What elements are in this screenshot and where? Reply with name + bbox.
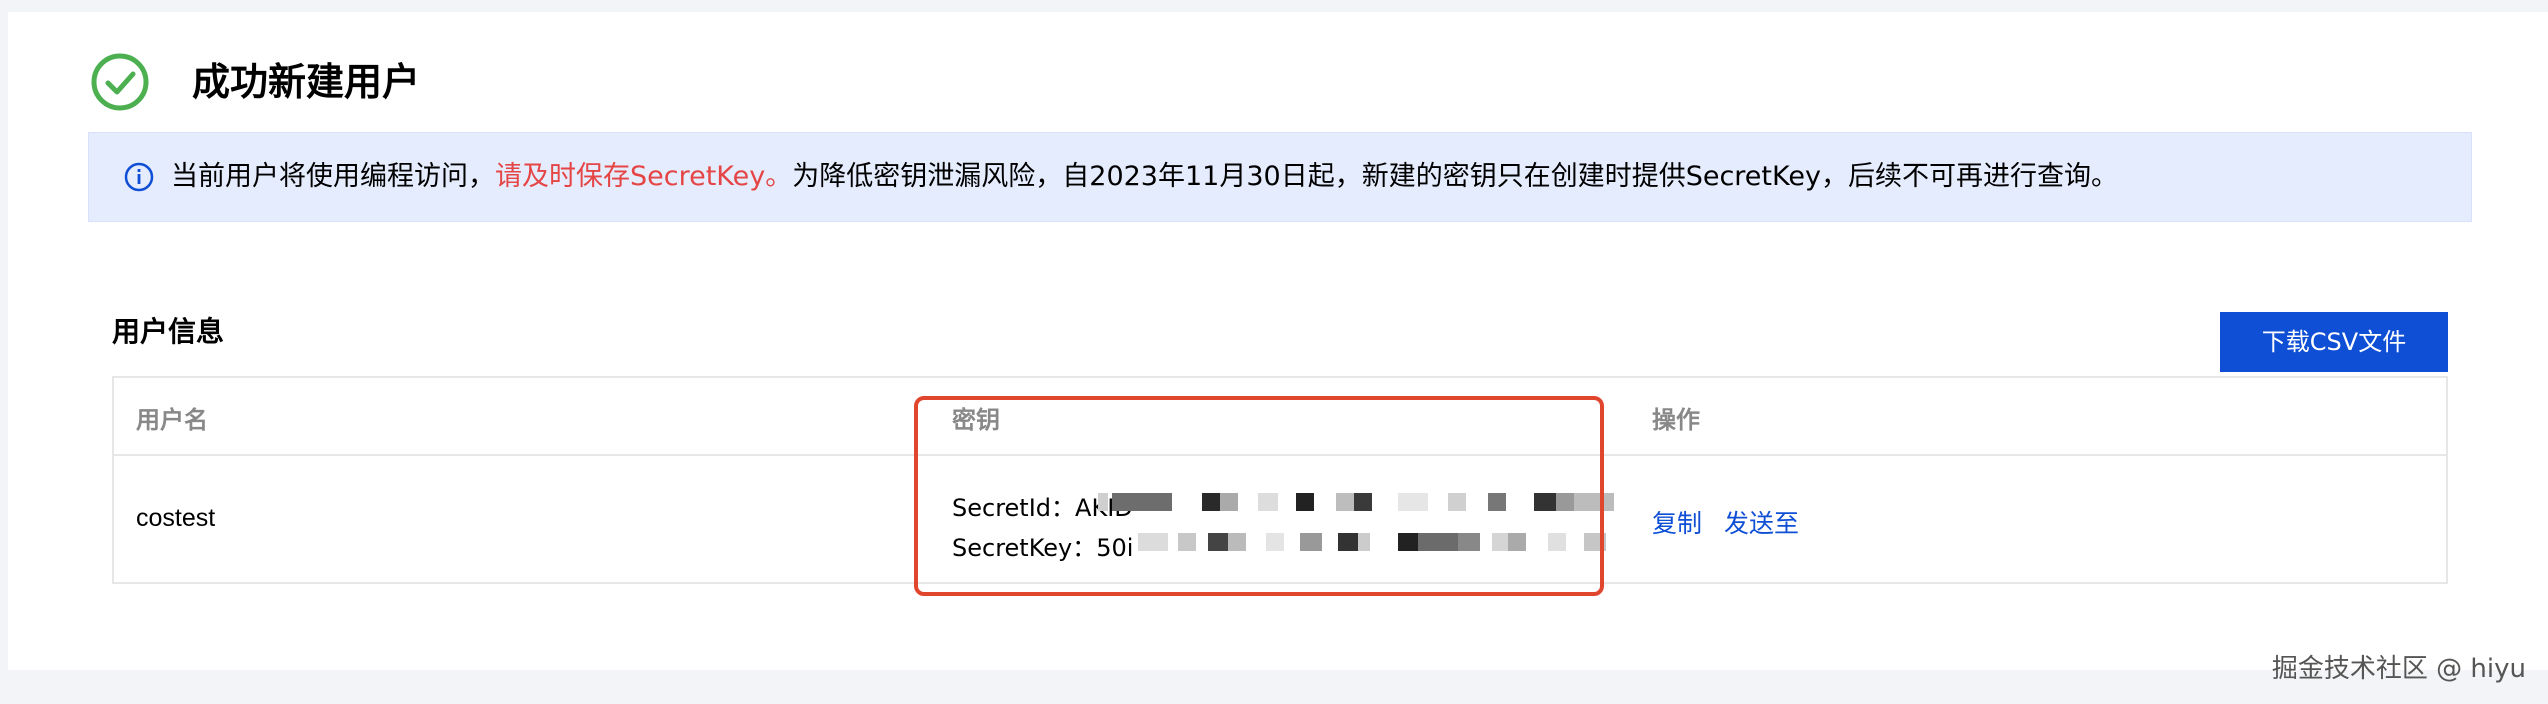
username-cell: costest: [136, 504, 216, 532]
success-check-icon: [91, 53, 149, 111]
watermark: 掘金技术社区 @ hiyu: [2271, 654, 2526, 684]
notice-prefix: 当前用户将使用编程访问，: [171, 161, 495, 192]
copy-button[interactable]: 复制: [1652, 509, 1702, 538]
row-actions: 复制 发送至: [1652, 504, 1799, 540]
notice-banner: 当前用户将使用编程访问，请及时保存SecretKey。为降低密钥泄漏风险，自20…: [88, 132, 2472, 222]
column-header-actions: 操作: [1652, 406, 1700, 434]
send-to-button[interactable]: 发送至: [1724, 509, 1799, 538]
column-header-username: 用户名: [136, 406, 208, 434]
page-title: 成功新建用户: [192, 60, 421, 104]
notice-highlight: 请及时保存SecretKey。: [495, 161, 793, 192]
notice-suffix: 为降低密钥泄漏风险，自2023年11月30日起，新建的密钥只在创建时提供Secr…: [792, 161, 2118, 192]
notice-text: 当前用户将使用编程访问，请及时保存SecretKey。为降低密钥泄漏风险，自20…: [171, 157, 2118, 197]
info-icon: [124, 162, 154, 192]
annotation-highlight-box: [914, 396, 1604, 596]
download-csv-button[interactable]: 下载CSV文件: [2220, 312, 2448, 372]
section-title-user-info: 用户信息: [112, 315, 225, 348]
